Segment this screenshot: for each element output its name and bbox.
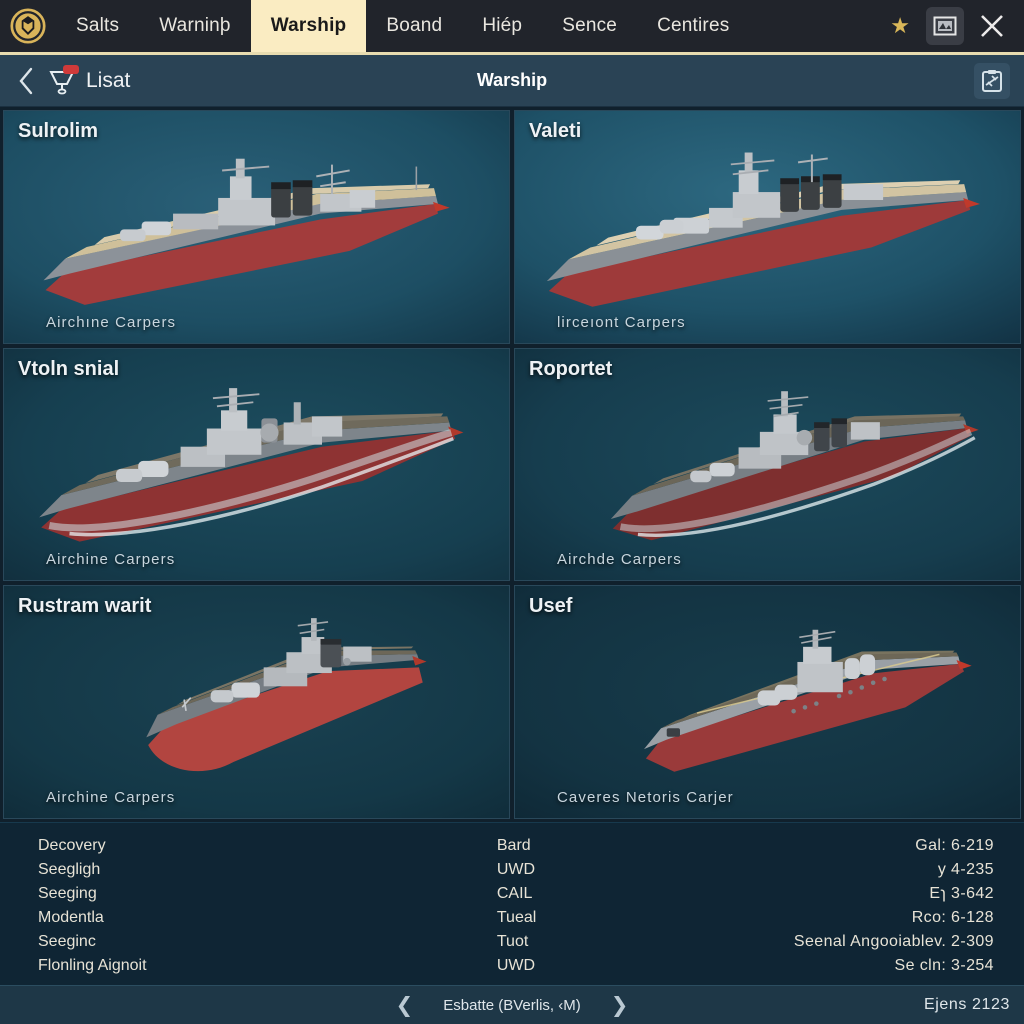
top-navigation-bar: Salts Warninþ Warship Boand Hiép Sence C… [0,0,1024,55]
nav-tab-list: Salts Warninþ Warship Boand Hiép Sence C… [56,0,749,52]
warship-card[interactable]: Rustram warit Airchine Carpers [3,585,510,819]
tab-warship[interactable]: Warship [250,0,367,52]
window-controls: ★ [880,0,1024,52]
warship-card[interactable]: Roportet Airchde Carpers [514,347,1021,582]
tab-label: Sence [562,15,618,36]
battleship-illustration [547,152,981,307]
stat-label: Seeging [38,885,97,902]
aircraft-carrier-illustration [644,630,973,773]
card-subtitle: lirceıont Carpers [557,313,686,331]
close-icon[interactable] [970,4,1014,48]
stat-label: Modentla [38,909,104,926]
stat-row: Tueal Rco: 6-128 [497,909,994,927]
card-subtitle: Airchine Carpers [46,551,176,569]
tab-board[interactable]: Boand [366,0,462,52]
stats-column-left: Decovery Seegligh Seeging Modentla Seegi… [38,837,497,975]
warship-card[interactable]: Sulrolim Airchıne Carpers [3,110,510,344]
stat-row: Seeginc [38,933,497,951]
tab-label: Boand [386,15,443,36]
app-window: Salts Warninþ Warship Boand Hiép Sence C… [0,0,1024,1024]
pager-label: Esbatte (BVerlis, ‹M) [443,996,581,1014]
card-title: Usef [529,595,573,618]
stat-row: Seegligh [38,861,497,879]
card-subtitle: Airchıne Carpers [46,313,177,331]
stat-row: Decovery [38,837,497,855]
cart-button[interactable] [47,64,79,96]
stat-label: Decovery [38,837,106,854]
star-icon[interactable]: ★ [880,15,920,37]
tab-warning[interactable]: Warninþ [139,0,250,52]
stat-label: UWD [496,861,536,878]
stat-value: y 4-235 [937,861,994,878]
stat-row: Tuot Seenal Angooiablev. 2-309 [497,933,994,951]
card-title: Vtoln snial [18,357,120,380]
footer-bar: ❮ Esbatte (BVerlis, ‹M) ❯ Ejens 2123 [0,985,1024,1024]
tab-sence[interactable]: Sence [542,0,637,52]
chevron-right-icon[interactable]: ❯ [607,993,633,1018]
sub-header-actions [974,62,1024,99]
battleship-illustration [43,159,450,306]
window-restore-icon[interactable] [926,7,964,45]
warship-card[interactable]: Usef Caveres Netoris Carjer [514,585,1021,819]
footer-status: Ejens 2123 [923,996,1010,1013]
stat-label: CAIL [496,885,533,902]
card-title: Rustram warit [18,595,152,618]
card-subtitle: Airchine Carpers [46,789,176,806]
card-subtitle: Caveres Netoris Carjer [557,789,734,806]
tab-label: Warship [270,15,347,36]
stat-value: Seenal Angooiablev. 2-309 [793,933,994,950]
cruiser-illustration [146,617,427,772]
stat-row: CAIL Eɿ 3-642 [497,885,994,903]
stat-value: Se cln: 3-254 [894,957,994,974]
card-title: Roportet [529,357,613,380]
stat-row: Flonling Aignoit [38,957,497,975]
stat-label: Bard [496,837,531,854]
stat-row: Seeging [38,885,497,903]
stats-column-right: Bard Gal: 6-219 UWD y 4-235 CAIL Eɿ 3-64… [497,837,994,975]
app-logo [0,0,56,52]
destroyer-illustration [611,391,979,541]
pagination-control: ❮ Esbatte (BVerlis, ‹M) ❯ [0,993,1024,1018]
stat-label: Tueal [496,909,537,926]
stat-label: Flonling Aignoit [38,957,147,974]
cart-badge [63,64,79,74]
tab-label: Hiép [482,15,523,36]
stat-label: UWD [496,957,536,974]
stats-panel: Decovery Seegligh Seeging Modentla Seegi… [0,822,1024,985]
card-title: Valeti [529,120,582,142]
tab-label: Salts [76,15,120,36]
destroyer-illustration [39,387,464,542]
card-title: Sulrolim [18,120,99,142]
chevron-left-icon[interactable]: ❮ [392,993,418,1018]
sub-header-bar: Lisat Warship [0,55,1024,107]
stat-value: Eɿ 3-642 [929,885,994,902]
stat-label: Seeginc [38,933,96,950]
stat-label: Seegligh [38,861,101,878]
clipboard-plane-icon[interactable] [974,62,1010,99]
stat-value: Rco: 6-128 [911,909,994,926]
cart-label[interactable]: Lisat [86,69,130,93]
page-title: Warship [476,70,548,90]
stat-row: UWD Se cln: 3-254 [497,957,994,975]
chevron-left-icon [19,67,33,94]
warship-card[interactable]: Vtoln snial Airchine Carpers [3,347,510,582]
shield-crest-icon [10,8,46,44]
tab-salts[interactable]: Salts [56,0,139,52]
tab-help[interactable]: Hiép [462,0,542,52]
stat-value: Gal: 6-219 [915,837,994,854]
stat-row: Modentla [38,909,497,927]
warship-card[interactable]: Valeti lirceıont Carpers [514,110,1021,344]
tab-label: Centires [657,15,730,36]
tab-centires[interactable]: Centires [637,0,749,52]
stat-label: Tuot [496,933,529,950]
back-button[interactable] [0,67,47,95]
stat-row: UWD y 4-235 [497,861,994,879]
warship-grid: Sulrolim Airchıne Carpers Valeti lirceıo… [0,107,1024,822]
stat-row: Bard Gal: 6-219 [497,837,994,855]
card-subtitle: Airchde Carpers [557,551,682,569]
tab-label: Warninþ [159,15,231,36]
